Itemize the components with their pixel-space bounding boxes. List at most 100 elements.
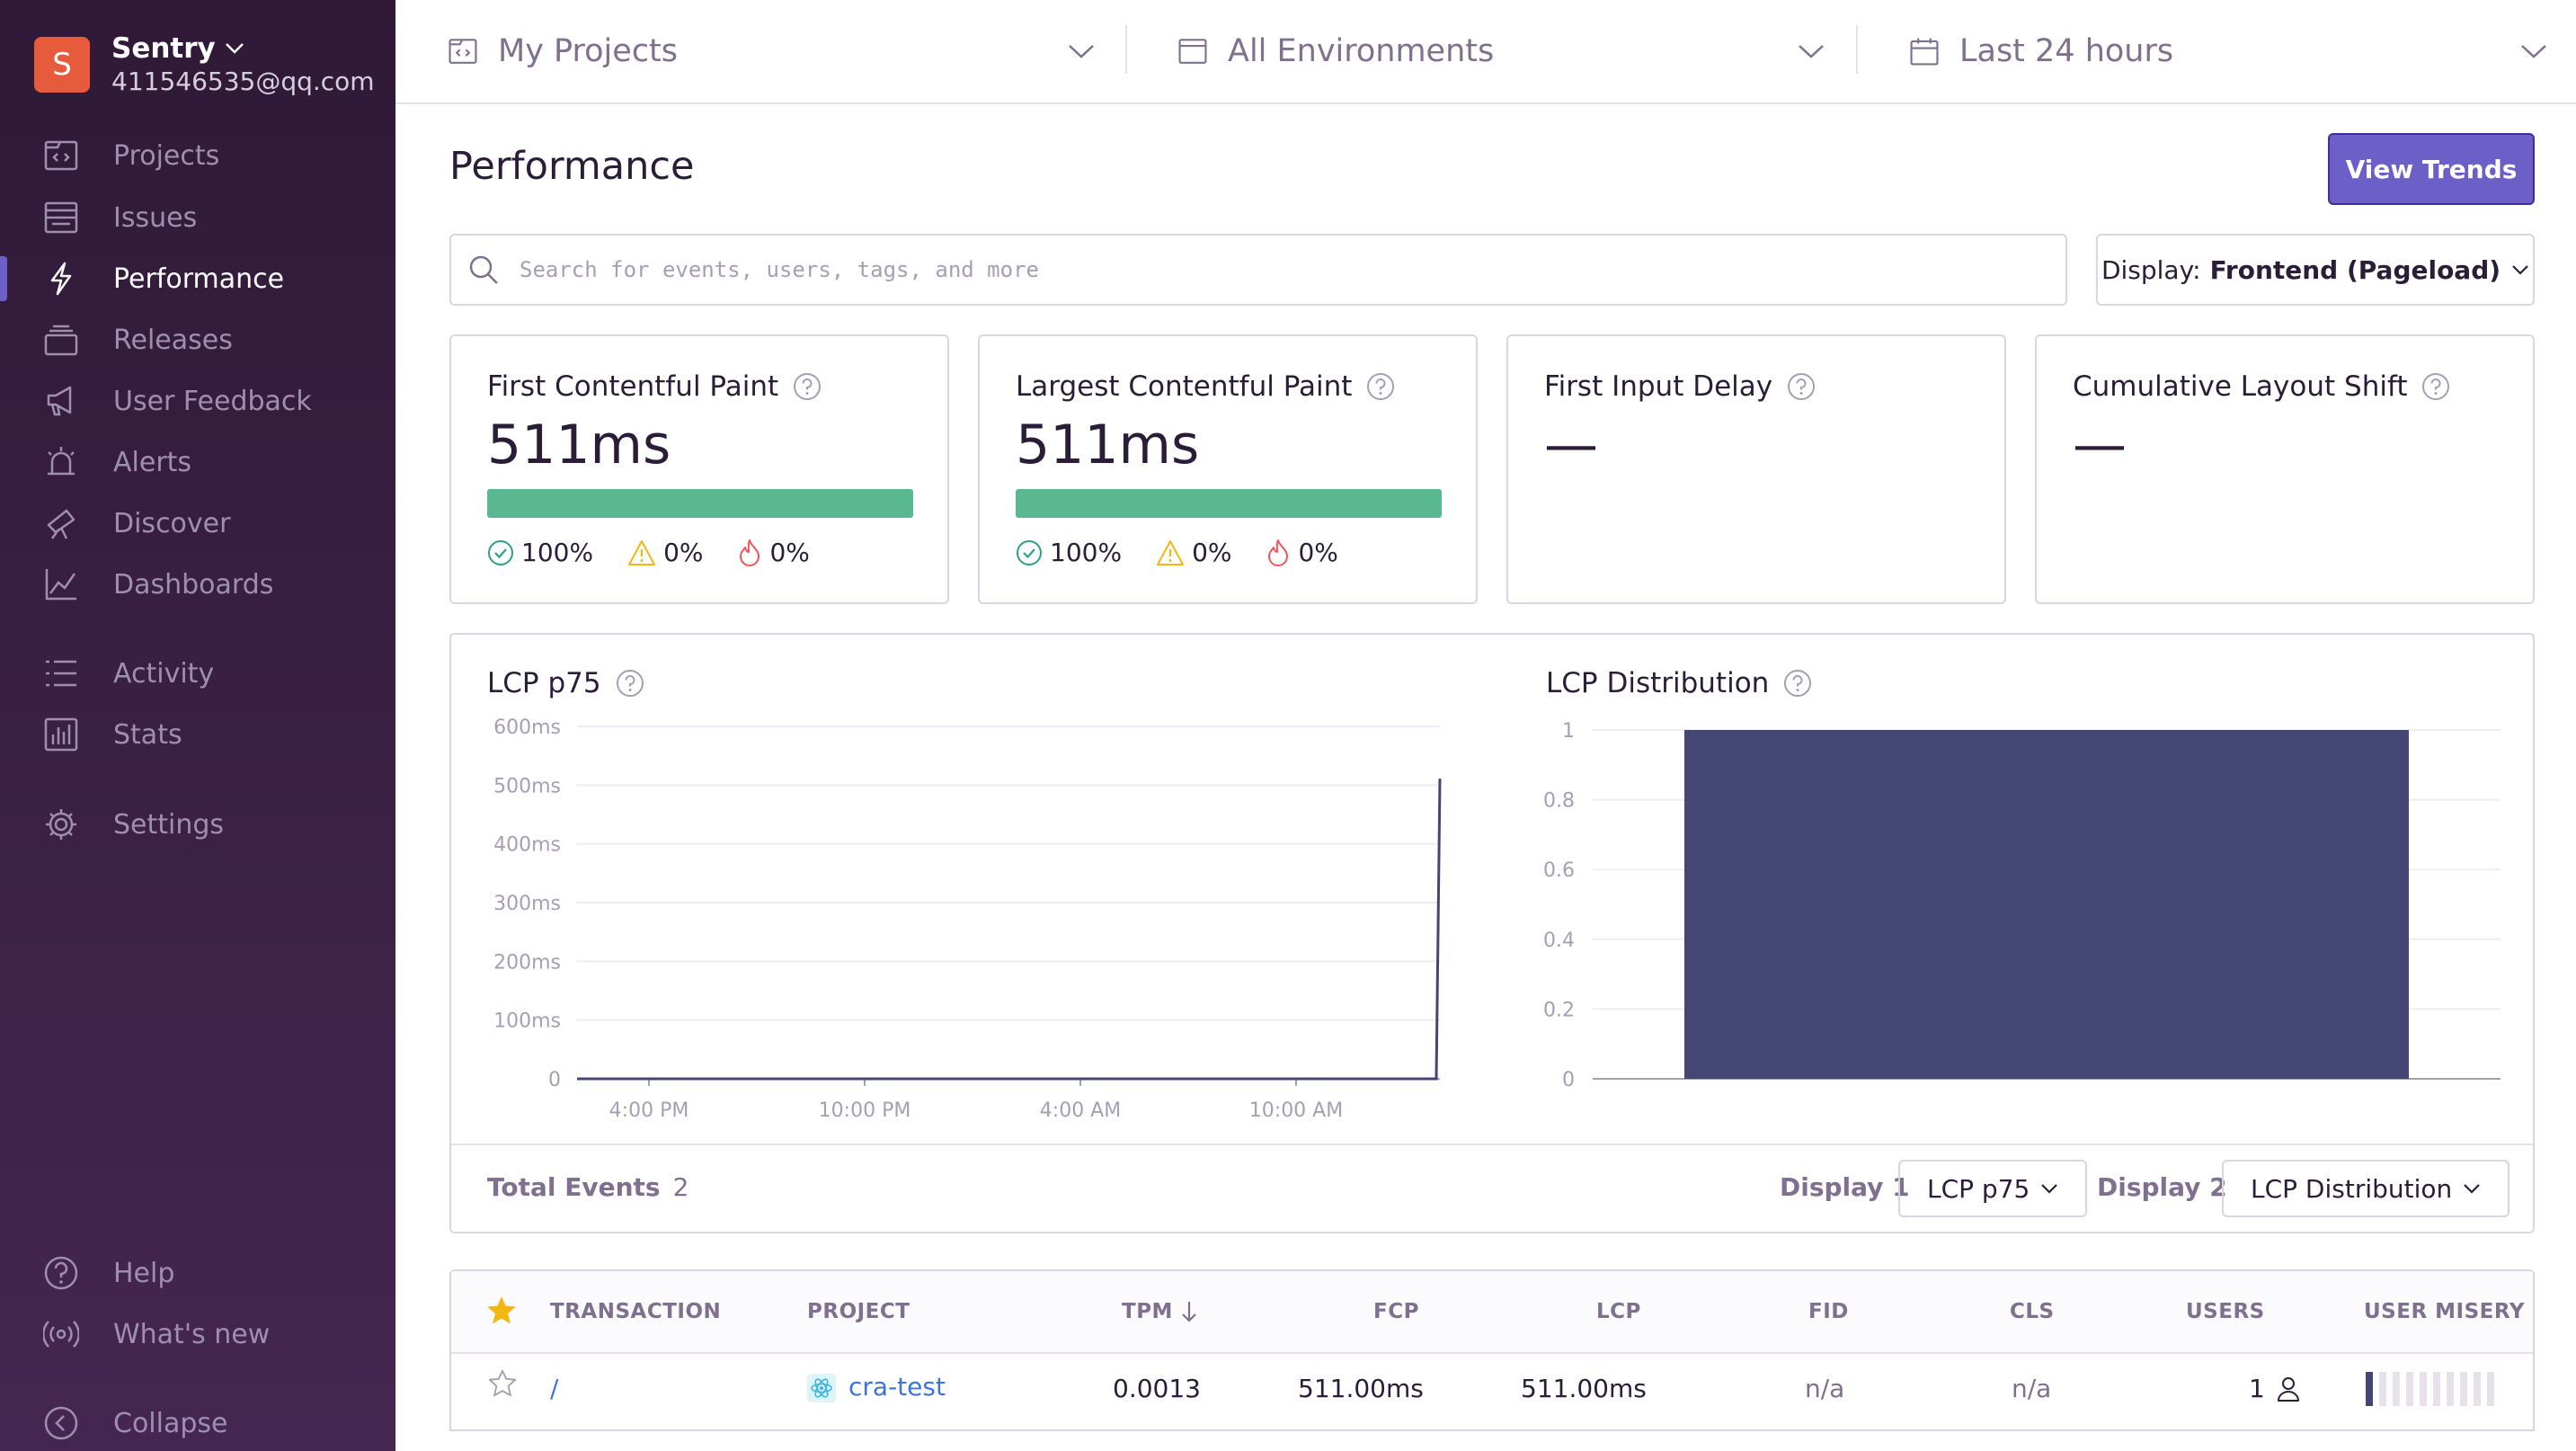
chevron-down-icon xyxy=(2512,265,2528,275)
sidebar-item-settings[interactable]: Settings xyxy=(0,797,395,852)
help-icon xyxy=(41,1253,81,1293)
display1-dropdown[interactable]: LCP p75 xyxy=(1898,1160,2088,1217)
star-outline-icon[interactable] xyxy=(487,1368,518,1399)
vital-good-percent: 100% xyxy=(521,538,594,567)
total-events: Total Events 2 xyxy=(487,1172,688,1202)
sidebar-item-label: Collapse xyxy=(113,1407,228,1439)
column-header-fcp[interactable]: FCP xyxy=(1373,1300,1419,1323)
search-bar[interactable] xyxy=(449,234,2067,306)
sidebar-item-help[interactable]: Help xyxy=(0,1245,395,1301)
display-dropdown[interactable]: Display: Frontend (Pageload) xyxy=(2096,234,2535,306)
time-range-label: Last 24 hours xyxy=(1959,33,2174,69)
sidebar-item-discover[interactable]: Discover xyxy=(0,495,395,551)
warning-icon xyxy=(1157,539,1185,565)
vital-value: — xyxy=(1544,414,1598,476)
vital-good-percent: 100% xyxy=(1050,538,1123,567)
y-tick-label: 0.2 xyxy=(1543,999,1575,1021)
x-tick-label: 10:00 AM xyxy=(1249,1099,1343,1122)
vital-card-fid[interactable]: First Input Delay — xyxy=(1506,334,2006,604)
display2-dropdown[interactable]: LCP Distribution xyxy=(2222,1160,2510,1217)
y-tick-label: 0.4 xyxy=(1543,930,1575,952)
org-name: Sentry xyxy=(111,32,216,65)
sidebar-item-label: Help xyxy=(113,1257,175,1289)
search-input[interactable] xyxy=(518,256,2046,283)
vital-title: First Contentful Paint xyxy=(487,370,779,403)
projects-icon xyxy=(449,39,477,64)
chevron-down-icon xyxy=(225,43,244,54)
org-switcher[interactable]: S Sentry 411546535@qq.com xyxy=(34,32,375,96)
sidebar-item-label: Issues xyxy=(113,201,198,234)
time-range-selector[interactable]: Last 24 hours xyxy=(1909,0,2565,102)
org-avatar: S xyxy=(34,36,90,93)
sidebar-item-issues[interactable]: Issues xyxy=(0,190,395,245)
sidebar-item-label: Performance xyxy=(113,263,285,295)
view-trends-button[interactable]: View Trends xyxy=(2328,133,2535,205)
column-header-lcp[interactable]: LCP xyxy=(1596,1300,1641,1323)
siren-icon xyxy=(41,442,81,482)
check-circle-icon xyxy=(1017,539,1042,565)
project-link[interactable]: cra-test xyxy=(848,1372,946,1402)
sidebar-item-user-feedback[interactable]: User Feedback xyxy=(0,373,395,429)
user-misery-segment xyxy=(2460,1372,2467,1406)
vital-title: Cumulative Layout Shift xyxy=(2073,370,2408,403)
user-misery-segment xyxy=(2474,1372,2481,1406)
question-icon[interactable] xyxy=(1366,372,1395,401)
sidebar-item-label: Projects xyxy=(113,139,220,172)
vital-title: Largest Contentful Paint xyxy=(1016,370,1353,403)
vital-value: 511ms xyxy=(487,414,671,476)
y-tick-label: 400ms xyxy=(493,834,561,857)
sidebar-item-projects[interactable]: Projects xyxy=(0,128,395,183)
y-tick-label: 600ms xyxy=(493,717,561,739)
sidebar-item-whats-new[interactable]: What's new xyxy=(0,1306,395,1362)
project-selector[interactable]: My Projects xyxy=(448,0,1113,102)
transaction-link[interactable]: / xyxy=(550,1374,558,1403)
fire-icon xyxy=(740,539,760,566)
user-misery-segment xyxy=(2366,1372,2373,1406)
y-tick-label: 1 xyxy=(1562,720,1575,743)
column-header-tpm-label: TPM xyxy=(1122,1300,1173,1323)
sidebar-item-activity[interactable]: Activity xyxy=(0,645,395,701)
vital-card-fcp[interactable]: First Contentful Paint 511ms 100% 0% 0% xyxy=(449,334,949,604)
telescope-icon xyxy=(41,503,81,543)
column-header-users[interactable]: USERS xyxy=(2186,1300,2265,1323)
vital-distribution-bar xyxy=(1016,489,1442,518)
sidebar-item-dashboards[interactable]: Dashboards xyxy=(0,556,395,612)
users-value: 1 xyxy=(2249,1374,2265,1403)
user-misery-segment xyxy=(2406,1372,2413,1406)
column-header-fid[interactable]: FID xyxy=(1808,1300,1849,1323)
sidebar-item-alerts[interactable]: Alerts xyxy=(0,434,395,490)
project-cell[interactable]: cra-test xyxy=(807,1372,946,1402)
y-tick-label: 0.8 xyxy=(1543,790,1575,813)
sidebar-item-label: Alerts xyxy=(113,446,192,478)
sidebar-item-label: User Feedback xyxy=(113,385,312,417)
display1-label: Display 1 xyxy=(1780,1172,1910,1202)
question-icon[interactable] xyxy=(1787,372,1816,401)
sidebar-item-label: Releases xyxy=(113,324,233,356)
project-selector-label: My Projects xyxy=(498,33,679,69)
sidebar-item-label: Activity xyxy=(113,657,215,690)
sidebar-item-label: Settings xyxy=(113,808,225,841)
x-tick-label: 10:00 PM xyxy=(819,1099,911,1122)
display1-value: LCP p75 xyxy=(1927,1173,2030,1204)
column-header-cls[interactable]: CLS xyxy=(2010,1300,2055,1323)
distribution-bar xyxy=(1684,730,2409,1079)
gear-icon xyxy=(41,805,81,844)
environment-selector[interactable]: All Environments xyxy=(1177,0,1843,102)
column-header-tpm[interactable]: TPM xyxy=(1122,1300,1198,1323)
sidebar-item-performance[interactable]: Performance xyxy=(0,251,395,307)
question-icon[interactable] xyxy=(793,372,822,401)
sidebar-item-stats[interactable]: Stats xyxy=(0,707,395,762)
column-header-user-misery[interactable]: USER MISERY xyxy=(2364,1300,2525,1323)
question-icon[interactable] xyxy=(2421,372,2450,401)
user-misery-segment xyxy=(2487,1372,2494,1406)
vital-meh-percent: 0% xyxy=(1192,538,1232,567)
sidebar-item-label: Dashboards xyxy=(113,568,274,601)
vital-card-lcp[interactable]: Largest Contentful Paint 511ms 100% 0% 0… xyxy=(978,334,1478,604)
vital-card-cls[interactable]: Cumulative Layout Shift — xyxy=(2035,334,2535,604)
column-header-transaction[interactable]: TRANSACTION xyxy=(550,1300,721,1323)
sidebar-item-releases[interactable]: Releases xyxy=(0,312,395,368)
sidebar-collapse-button[interactable]: Collapse xyxy=(0,1395,395,1451)
column-header-project[interactable]: PROJECT xyxy=(807,1300,910,1323)
calendar-icon xyxy=(1910,38,1939,66)
arrow-down-icon xyxy=(1182,1302,1196,1322)
